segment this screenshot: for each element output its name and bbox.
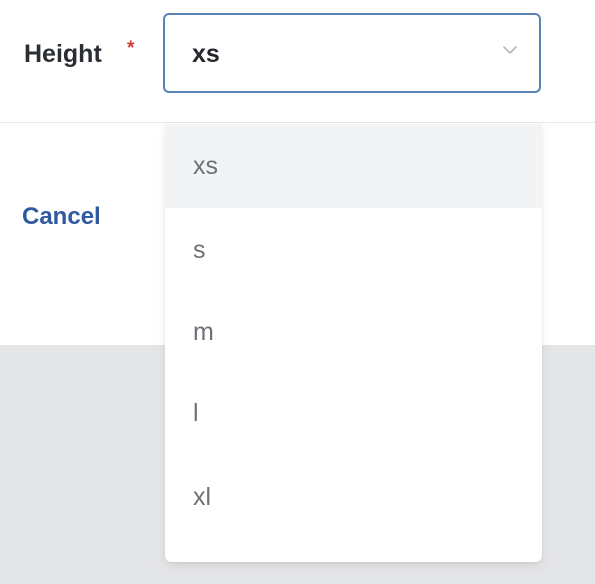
dropdown-option-xl[interactable]: xl <box>165 455 542 539</box>
dropdown-option-xs[interactable]: xs <box>165 124 542 208</box>
chevron-down-icon[interactable] <box>501 41 519 59</box>
dropdown-option-m[interactable]: m <box>165 290 542 374</box>
cancel-button[interactable]: Cancel <box>22 202 101 232</box>
required-marker: * <box>127 38 135 59</box>
dropdown-option-s[interactable]: s <box>165 208 542 292</box>
height-dropdown-menu: xs s m l xl <box>165 124 542 562</box>
height-select[interactable]: xs <box>163 13 541 93</box>
dropdown-option-l[interactable]: l <box>165 371 542 455</box>
height-select-value: xs <box>192 40 220 68</box>
height-field-label: Height <box>24 40 102 68</box>
